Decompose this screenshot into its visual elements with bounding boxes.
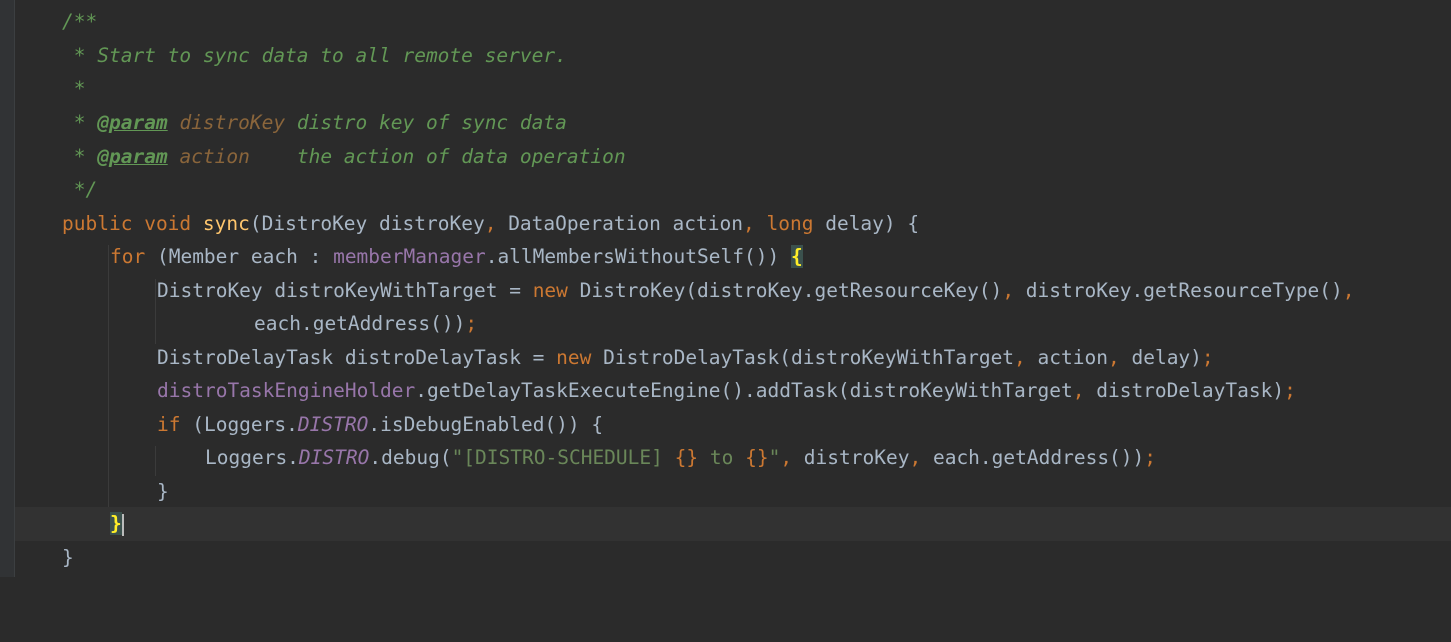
param-name: distroKey	[179, 111, 286, 134]
code-line[interactable]: distroTaskEngineHolder.getDelayTaskExecu…	[15, 374, 1451, 408]
string-literal: "[DISTRO-SCHEDULE]	[451, 446, 675, 469]
doc-comment-text: *	[62, 77, 86, 100]
code-line[interactable]: * Start to sync data to all remote serve…	[15, 39, 1451, 73]
doc-comment-text: *	[62, 111, 98, 134]
param-description: distro key of sync data	[285, 111, 567, 134]
static-field: DISTRO	[297, 413, 369, 436]
param-name: action	[179, 145, 250, 168]
editor-gutter	[0, 0, 15, 577]
keyword: void	[144, 212, 192, 235]
field-reference: memberManager	[333, 245, 486, 268]
static-field: DISTRO	[298, 446, 370, 469]
code-line[interactable]: * @param distroKey distro key of sync da…	[15, 106, 1451, 140]
method-name: sync	[202, 212, 250, 235]
code-editor[interactable]: /** * Start to sync data to all remote s…	[15, 0, 1451, 577]
keyword: for	[110, 245, 146, 268]
current-code-line[interactable]: }	[15, 507, 1451, 541]
code-line[interactable]: each.getAddress());	[15, 307, 1451, 341]
code-line[interactable]: DistroDelayTask distroDelayTask = new Di…	[15, 341, 1451, 375]
code-line[interactable]: if (Loggers.DISTRO.isDebugEnabled()) {	[15, 408, 1451, 442]
doc-comment-close: */	[62, 178, 98, 201]
doc-comment-text: * Start to sync data to all remote serve…	[62, 44, 567, 67]
param-tag: @param	[97, 111, 168, 134]
matched-brace: }	[110, 512, 122, 535]
code-line[interactable]: /**	[15, 5, 1451, 39]
doc-comment-text: *	[62, 145, 98, 168]
code-line[interactable]: }	[15, 541, 1451, 575]
field-reference: distroTaskEngineHolder	[157, 379, 416, 402]
param-tag: @param	[97, 145, 168, 168]
keyword: if	[157, 413, 181, 436]
code-line[interactable]: Loggers.DISTRO.debug("[DISTRO-SCHEDULE] …	[15, 441, 1451, 475]
text-caret	[121, 513, 124, 536]
keyword: long	[766, 212, 814, 235]
code-line[interactable]: */	[15, 173, 1451, 207]
param-description: the action of data operation	[249, 145, 626, 168]
keyword: new	[556, 346, 592, 369]
keyword: new	[532, 279, 568, 302]
code-line[interactable]: for (Member each : memberManager.allMemb…	[15, 240, 1451, 274]
doc-comment-open: /**	[62, 10, 98, 33]
matched-brace: {	[790, 245, 803, 268]
code-line[interactable]: DistroKey distroKeyWithTarget = new Dist…	[15, 274, 1451, 308]
code-line[interactable]: }	[15, 475, 1451, 509]
code-line[interactable]: public void sync(DistroKey distroKey, Da…	[15, 207, 1451, 241]
code-line[interactable]: *	[15, 72, 1451, 106]
keyword: public	[62, 212, 133, 235]
code-line[interactable]: * @param action the action of data opera…	[15, 140, 1451, 174]
